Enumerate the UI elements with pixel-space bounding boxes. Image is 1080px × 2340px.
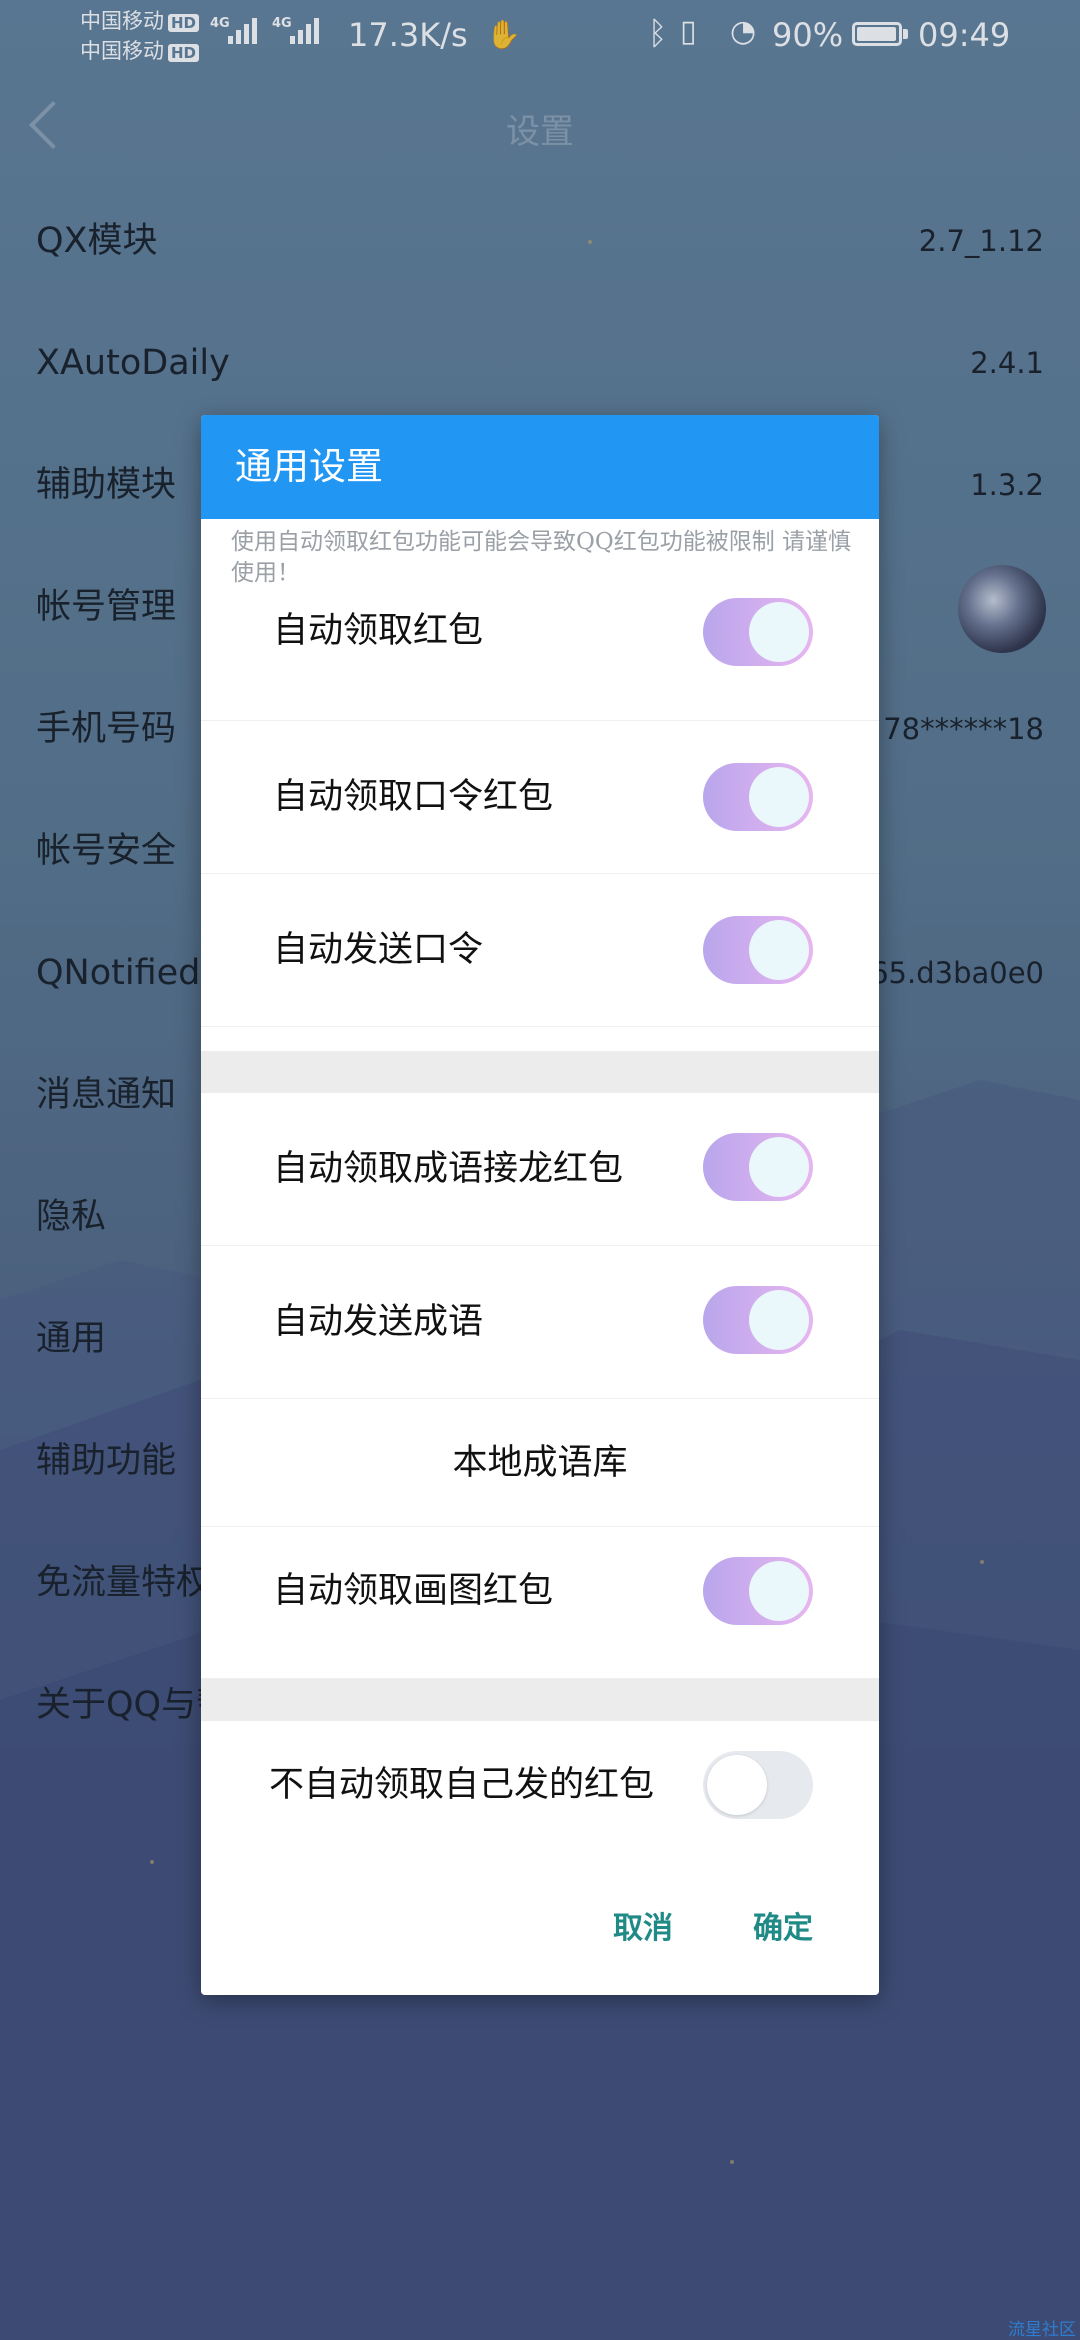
option-skip-own-redpacket[interactable]: 不自动领取自己发的红包 — [201, 1721, 879, 1849]
option-label: 不自动领取自己发的红包 — [269, 1765, 655, 1805]
toggle-knob — [749, 1137, 809, 1197]
option-auto-password-redpacket[interactable]: 自动领取口令红包 — [201, 721, 879, 874]
toggle-switch[interactable] — [703, 1751, 813, 1819]
option-auto-send-password[interactable]: 自动发送口令 — [201, 874, 879, 1027]
confirm-button[interactable]: 确定 — [753, 1903, 813, 1947]
general-settings-dialog: 通用设置 使用自动领取红包功能可能会导致QQ红包功能被限制 请谨慎使用！ 自动领… — [201, 415, 879, 1995]
option-label: 自动领取画图红包 — [273, 1571, 554, 1611]
option-label: 自动领取红包 — [273, 611, 484, 651]
dialog-header: 通用设置 — [201, 415, 879, 519]
toggle-knob — [749, 602, 809, 662]
option-label: 自动领取成语接龙红包 — [273, 1149, 624, 1189]
toggle-switch[interactable] — [703, 598, 813, 666]
option-label: 自动发送成语 — [273, 1302, 484, 1342]
cancel-button[interactable]: 取消 — [613, 1903, 673, 1947]
toggle-switch[interactable] — [703, 1286, 813, 1354]
toggle-switch[interactable] — [703, 916, 813, 984]
option-auto-idiom-redpacket[interactable]: 自动领取成语接龙红包 — [201, 1093, 879, 1246]
section-divider — [201, 1051, 879, 1093]
section-divider — [201, 1679, 879, 1721]
toggle-switch[interactable] — [703, 1133, 813, 1201]
option-label: 本地成语库 — [452, 1443, 628, 1483]
option-auto-send-idiom[interactable]: 自动发送成语 — [201, 1246, 879, 1399]
toggle-switch[interactable] — [703, 763, 813, 831]
option-label: 自动领取口令红包 — [273, 777, 554, 817]
toggle-knob — [707, 1755, 767, 1815]
toggle-knob — [749, 767, 809, 827]
option-auto-redpacket[interactable]: 自动领取红包 — [201, 568, 879, 721]
watermark: 流星社区 — [1008, 2320, 1076, 2340]
option-local-idiom-library[interactable]: 本地成语库 — [201, 1399, 879, 1527]
option-label: 自动发送口令 — [273, 930, 484, 970]
dialog-title: 通用设置 — [235, 445, 383, 488]
toggle-switch[interactable] — [703, 1557, 813, 1625]
toggle-knob — [749, 1290, 809, 1350]
toggle-knob — [749, 1561, 809, 1621]
option-auto-drawing-redpacket[interactable]: 自动领取画图红包 — [201, 1527, 879, 1679]
toggle-knob — [749, 920, 809, 980]
